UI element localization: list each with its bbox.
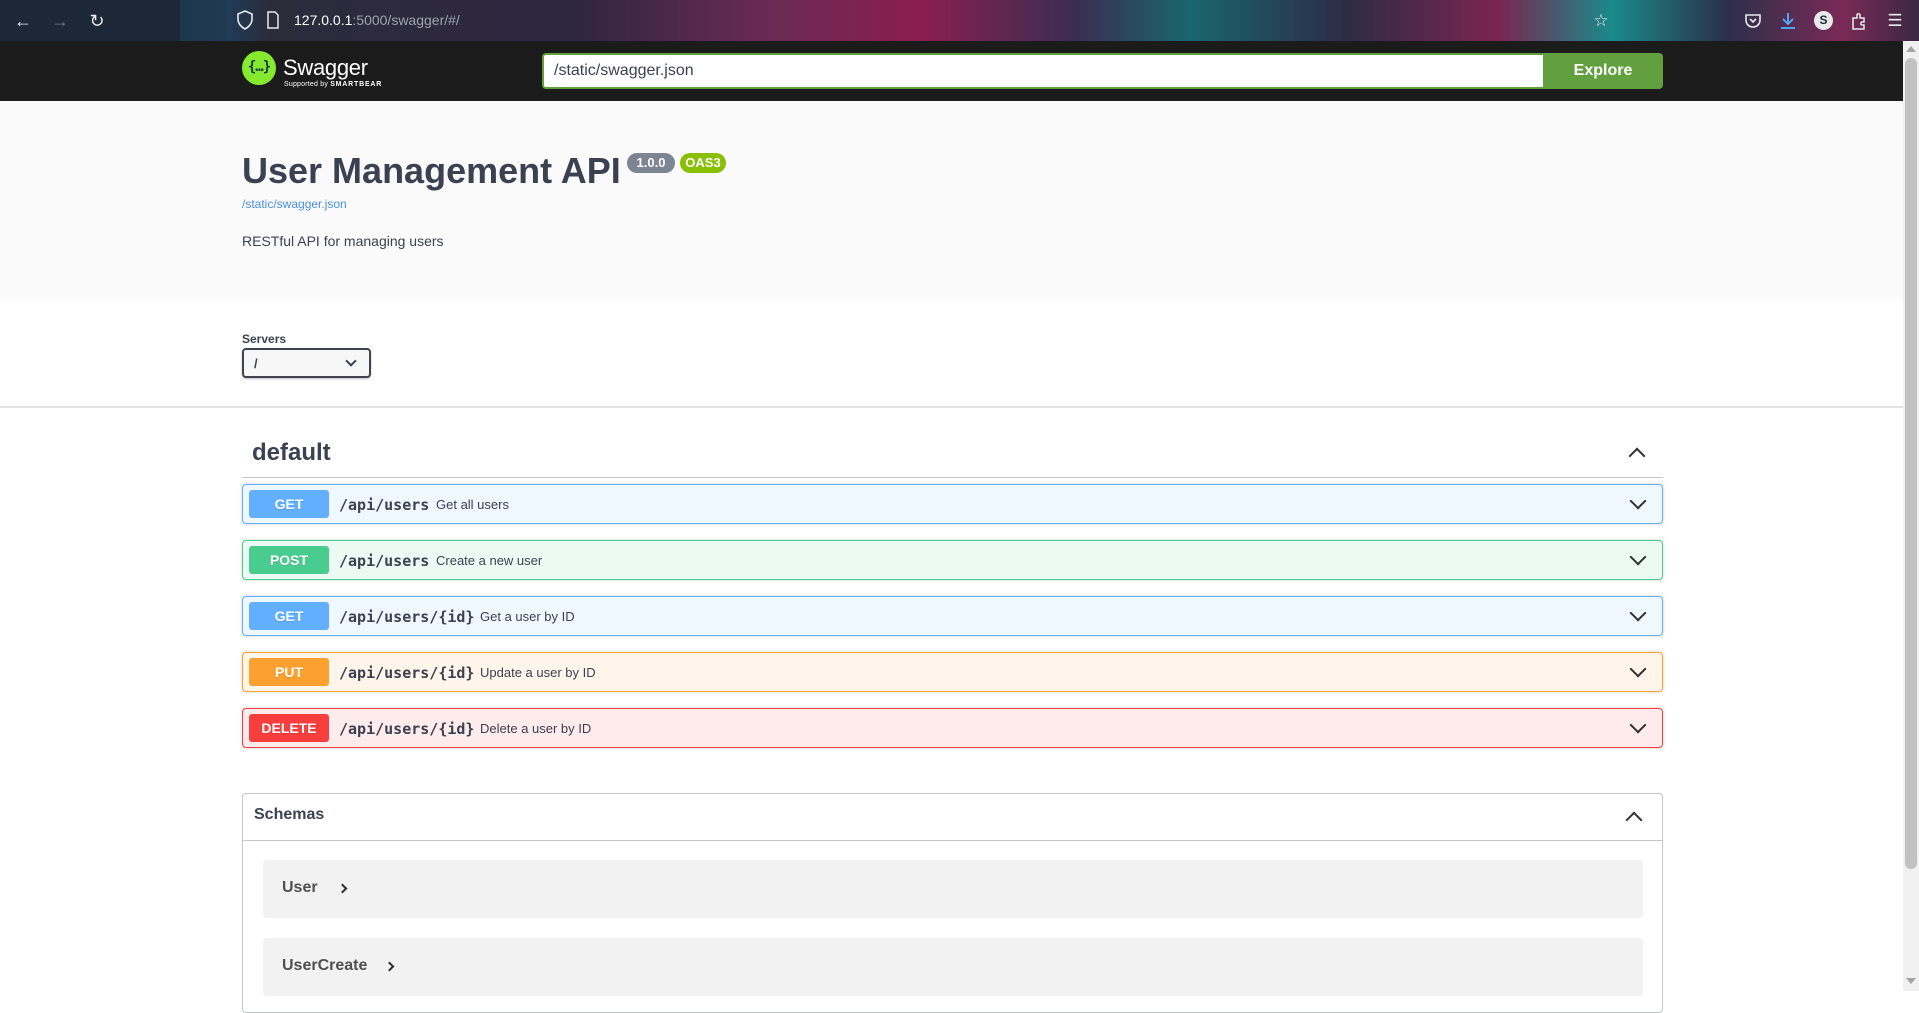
swagger-logo-glyph: {…} [247, 59, 271, 75]
chevron-down-icon[interactable] [1629, 492, 1647, 510]
spec-url-input[interactable] [542, 53, 1543, 89]
operation-summary: Get a user by ID [480, 609, 575, 624]
tag-header-default[interactable]: default [242, 430, 1663, 478]
shield-icon[interactable] [236, 10, 254, 30]
extensions-icon[interactable] [1848, 10, 1870, 32]
swagger-logo-subtitle: Supported by SMARTBEAR [284, 81, 382, 88]
browser-toolbar [0, 0, 1919, 41]
model-name: User [282, 879, 318, 896]
page-info-icon[interactable] [266, 11, 280, 29]
operation-summary: Delete a user by ID [480, 721, 592, 736]
back-arrow-icon[interactable]: ← [10, 8, 36, 34]
spec-link[interactable]: /static/swagger.json [242, 197, 347, 211]
chevron-down-icon[interactable] [1629, 716, 1647, 734]
method-badge: PUT [249, 658, 329, 686]
account-avatar[interactable]: S [1814, 11, 1833, 30]
chevron-down-icon [345, 355, 357, 367]
method-badge: DELETE [249, 714, 329, 742]
operation-path: /api/users/{id} [339, 720, 475, 738]
chevron-up-icon[interactable] [1628, 447, 1646, 465]
divider [0, 406, 1903, 408]
operation-summary: Create a new user [436, 553, 543, 568]
operation-path: /api/users/{id} [339, 608, 475, 626]
operation-summary: Get all users [436, 497, 509, 512]
model-name: UserCreate [282, 957, 368, 974]
url-host: 127.0.0.1 [294, 12, 353, 28]
oas-badge: OAS3 [680, 153, 726, 173]
servers-label: Servers [242, 332, 287, 346]
operation-get-user-by-id[interactable]: GET /api/users/{id} Get a user by ID [242, 596, 1663, 636]
operation-path: /api/users [339, 496, 430, 514]
method-badge: GET [249, 602, 329, 630]
api-title: User Management API [242, 150, 621, 191]
servers-select[interactable]: / [242, 348, 371, 378]
pocket-icon[interactable] [1742, 10, 1764, 32]
operation-path: /api/users/{id} [339, 664, 475, 682]
swagger-logo-text: Swagger [283, 55, 368, 80]
logo-sub-prefix: Supported by [284, 81, 329, 88]
method-badge: POST [249, 546, 329, 574]
model-user[interactable]: User [263, 860, 1643, 918]
downloads-icon[interactable] [1777, 10, 1799, 32]
operation-put-user-by-id[interactable]: PUT /api/users/{id} Update a user by ID [242, 652, 1663, 692]
swagger-logo-icon: {…} [242, 51, 276, 85]
schemas-section: Schemas User UserCreate [242, 793, 1663, 1013]
operation-summary: Update a user by ID [480, 665, 596, 680]
chevron-down-icon[interactable] [1629, 660, 1647, 678]
swagger-logo[interactable]: {…} Swagger Supported by SMARTBEAR [242, 51, 382, 93]
address-bar[interactable]: 127.0.0.1:5000/swagger/#/ [294, 12, 460, 28]
chevron-down-icon[interactable] [1629, 548, 1647, 566]
explore-button[interactable]: Explore [1543, 53, 1663, 89]
url-path: :5000/swagger/#/ [352, 12, 460, 28]
servers-selected-value: / [254, 356, 258, 371]
logo-sub-brand: SMARTBEAR [330, 81, 383, 88]
chevron-right-icon [384, 961, 395, 972]
chevron-up-icon[interactable] [1625, 811, 1643, 829]
bookmark-star-icon[interactable]: ☆ [1590, 10, 1612, 32]
operation-get-users[interactable]: GET /api/users Get all users [242, 484, 1663, 524]
operation-delete-user-by-id[interactable]: DELETE /api/users/{id} Delete a user by … [242, 708, 1663, 748]
reload-icon[interactable]: ↻ [84, 8, 110, 34]
method-badge: GET [249, 490, 329, 518]
api-description: RESTful API for managing users [242, 233, 444, 249]
schemas-title: Schemas [254, 806, 325, 823]
menu-icon[interactable]: ☰ [1884, 10, 1906, 32]
scrollbar-thumb[interactable] [1905, 58, 1917, 869]
chevron-down-icon[interactable] [1629, 604, 1647, 622]
scroll-down-arrow-icon[interactable] [1906, 978, 1916, 984]
forward-arrow-icon[interactable]: → [47, 8, 73, 34]
schemas-header[interactable]: Schemas [243, 794, 1662, 841]
operation-path: /api/users [339, 552, 430, 570]
scroll-up-arrow-icon[interactable] [1906, 46, 1916, 52]
chevron-right-icon [337, 883, 348, 894]
model-user-create[interactable]: UserCreate [263, 938, 1643, 996]
tag-name: default [252, 439, 331, 466]
operation-post-users[interactable]: POST /api/users Create a new user [242, 540, 1663, 580]
version-badge: 1.0.0 [627, 153, 675, 173]
